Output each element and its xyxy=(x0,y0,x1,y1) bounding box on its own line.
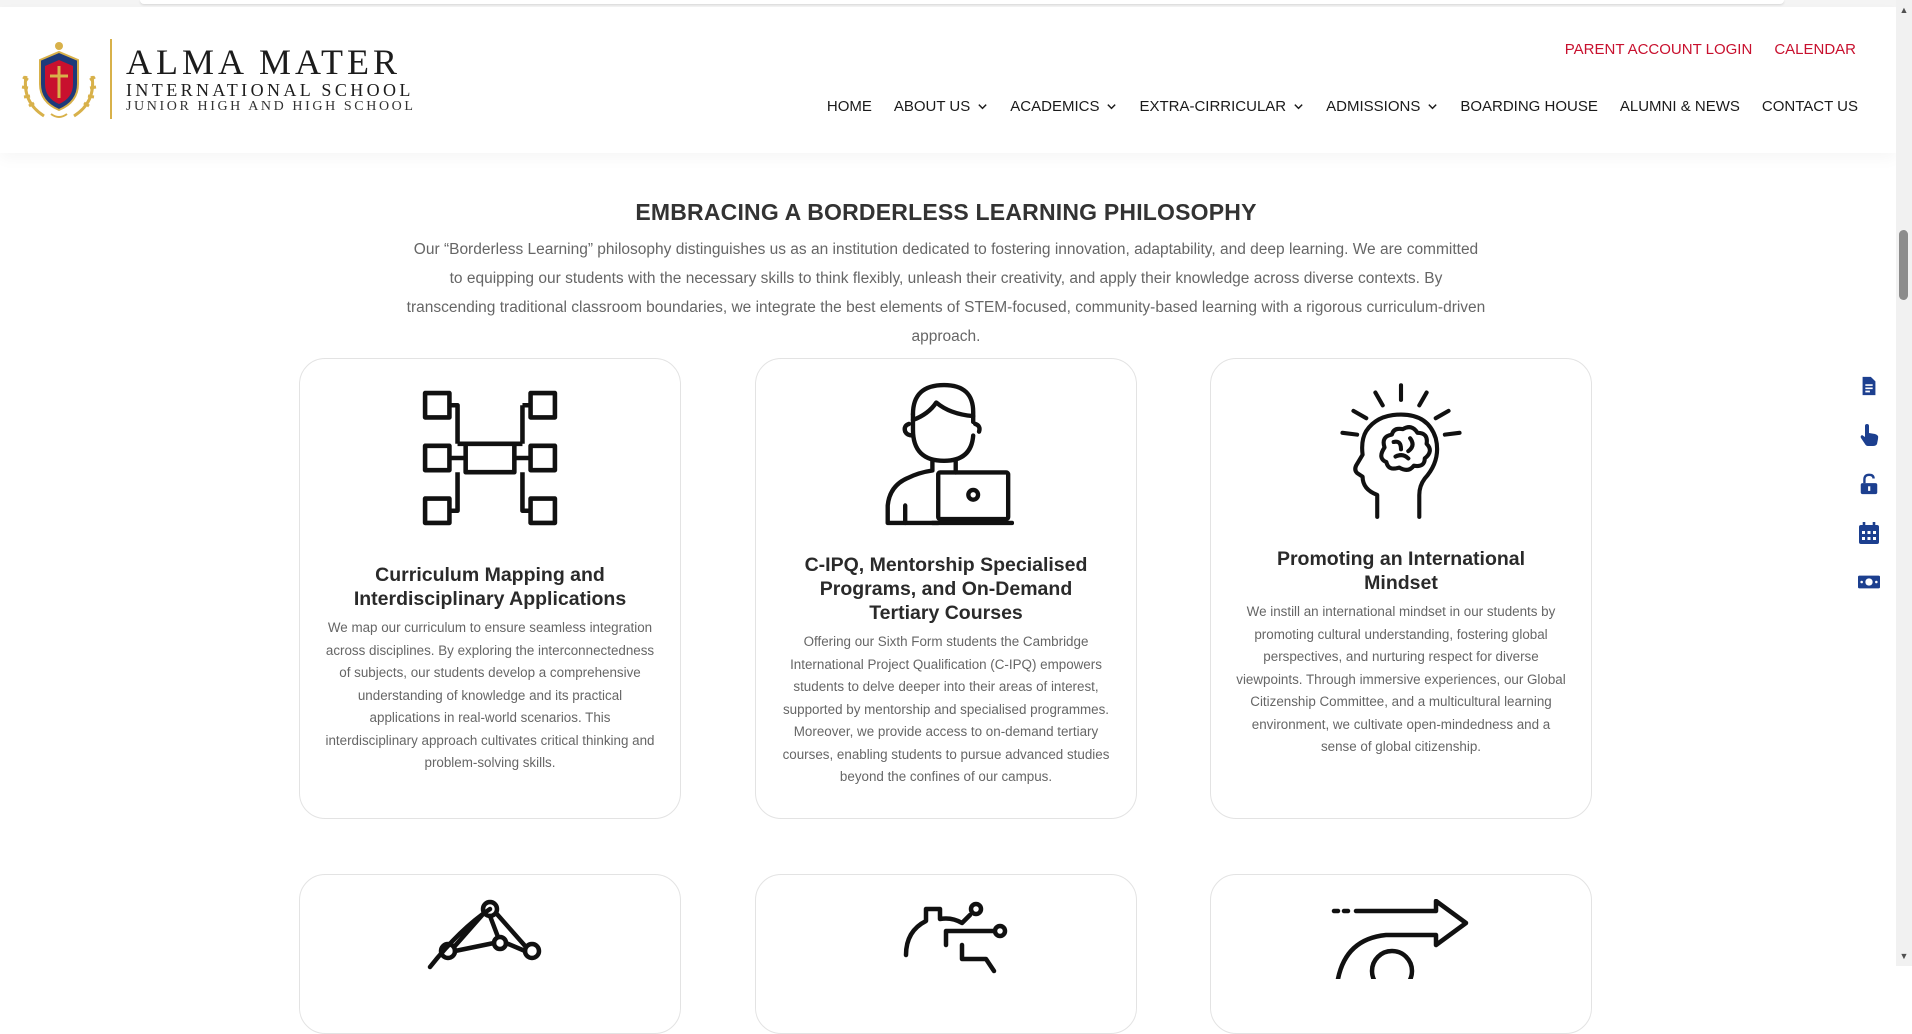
utility-nav: PARENT ACCOUNT LOGIN CALENDAR xyxy=(1565,41,1856,58)
pointer-hand-icon xyxy=(1860,424,1879,446)
scroll-up-arrow-icon[interactable]: ▲ xyxy=(1896,2,1912,18)
feature-card-curriculum: Curriculum Mapping and Interdisciplinary… xyxy=(299,358,681,819)
brain-head-icon xyxy=(1340,383,1462,519)
nav-contact-us[interactable]: CONTACT US xyxy=(1762,98,1858,115)
calendar-link[interactable]: CALENDAR xyxy=(1774,41,1856,58)
money-icon xyxy=(1858,575,1880,589)
chevron-down-icon xyxy=(1107,104,1117,110)
card-text: We instill an international mindset in o… xyxy=(1236,604,1566,754)
feature-card-cipq: C-IPQ, Mentorship Specialised Programs, … xyxy=(755,358,1137,819)
main-nav: HOME ABOUT US ACADEMICS EXTRA-CIRRICULAR… xyxy=(827,98,1858,115)
dock-pointer-button[interactable] xyxy=(1855,421,1883,449)
card-title: Promoting an International Mindset xyxy=(1276,548,1526,594)
nav-extra-curricular[interactable]: EXTRA-CIRRICULAR xyxy=(1139,98,1304,115)
site-logo[interactable]: ALMA MATER INTERNATIONAL SCHOOL JUNIOR H… xyxy=(18,34,416,124)
speed-arrow-icon xyxy=(1331,899,1469,979)
scroll-down-arrow-icon[interactable]: ▼ xyxy=(1896,948,1912,964)
feature-card-mindset: Promoting an International Mindset We in… xyxy=(1210,358,1592,819)
card-text: We map our curriculum to ensure seamless… xyxy=(325,620,655,770)
nav-label: HOME xyxy=(826,98,872,115)
student-laptop-icon xyxy=(885,382,1014,526)
dock-unlock-button[interactable] xyxy=(1855,470,1883,498)
nav-alumni-news[interactable]: ALUMNI & NEWS xyxy=(1620,98,1740,115)
logo-line-3: JUNIOR HIGH AND HIGH SCHOOL xyxy=(126,99,416,114)
chevron-down-icon xyxy=(1294,104,1303,110)
site-header: ALMA MATER INTERNATIONAL SCHOOL JUNIOR H… xyxy=(0,7,1896,153)
unlock-icon xyxy=(1860,473,1878,495)
nav-about-us[interactable]: ABOUT US xyxy=(894,98,988,115)
gear-circuit-icon xyxy=(903,901,1008,974)
page-scrollbar[interactable]: ▲ ▼ xyxy=(1896,0,1912,966)
calendar-icon xyxy=(1859,522,1879,544)
nav-label: ALUMNI & NEWS xyxy=(1619,98,1740,115)
document-icon xyxy=(1862,376,1876,396)
card-title: C-IPQ, Mentorship Specialised Programs, … xyxy=(804,554,1088,624)
side-quick-links xyxy=(1855,372,1883,596)
logo-line-2: INTERNATIONAL SCHOOL xyxy=(126,80,414,100)
section-intro: Our “Borderless Learning” philosophy dis… xyxy=(406,240,1486,345)
nav-boarding-house[interactable]: BOARDING HOUSE xyxy=(1460,98,1598,115)
parent-login-link[interactable]: PARENT ACCOUNT LOGIN xyxy=(1565,41,1753,58)
chevron-down-icon xyxy=(978,104,987,110)
browser-top-strip xyxy=(0,0,1896,7)
nav-label: CONTACT US xyxy=(1761,98,1858,115)
nav-label: BOARDING HOUSE xyxy=(1460,98,1598,115)
feature-card-speed xyxy=(1210,874,1592,1034)
section-title: EMBRACING A BORDERLESS LEARNING PHILOSOP… xyxy=(635,199,1257,226)
logo-wordmark: ALMA MATER INTERNATIONAL SCHOOL JUNIOR H… xyxy=(126,44,416,114)
school-crest-icon xyxy=(21,42,97,118)
top-bar-edge xyxy=(140,0,1784,4)
nav-label: ADMISSIONS xyxy=(1326,98,1421,115)
dock-calendar-button[interactable] xyxy=(1855,519,1883,547)
nav-label: EXTRA-CIRRICULAR xyxy=(1139,98,1287,115)
nav-admissions[interactable]: ADMISSIONS xyxy=(1326,98,1438,115)
feature-card-network xyxy=(299,874,681,1034)
nav-home[interactable]: HOME xyxy=(827,98,872,115)
dock-document-button[interactable] xyxy=(1855,372,1883,400)
chevron-down-icon xyxy=(1428,104,1438,110)
card-title: Curriculum Mapping and Interdisciplinary… xyxy=(353,564,627,610)
dock-payment-button[interactable] xyxy=(1855,568,1883,596)
curriculum-map-icon xyxy=(422,390,558,526)
nav-label: ABOUT US xyxy=(893,98,971,115)
scrollbar-thumb[interactable] xyxy=(1899,230,1908,300)
logo-divider xyxy=(110,39,112,119)
logo-line-1: ALMA MATER xyxy=(126,42,402,82)
card-text: Offering our Sixth Form students the Cam… xyxy=(782,634,1110,784)
network-nodes-icon xyxy=(427,899,542,970)
nav-academics[interactable]: ACADEMICS xyxy=(1010,98,1117,115)
nav-label: ACADEMICS xyxy=(1010,98,1100,115)
feature-card-gear xyxy=(755,874,1137,1034)
